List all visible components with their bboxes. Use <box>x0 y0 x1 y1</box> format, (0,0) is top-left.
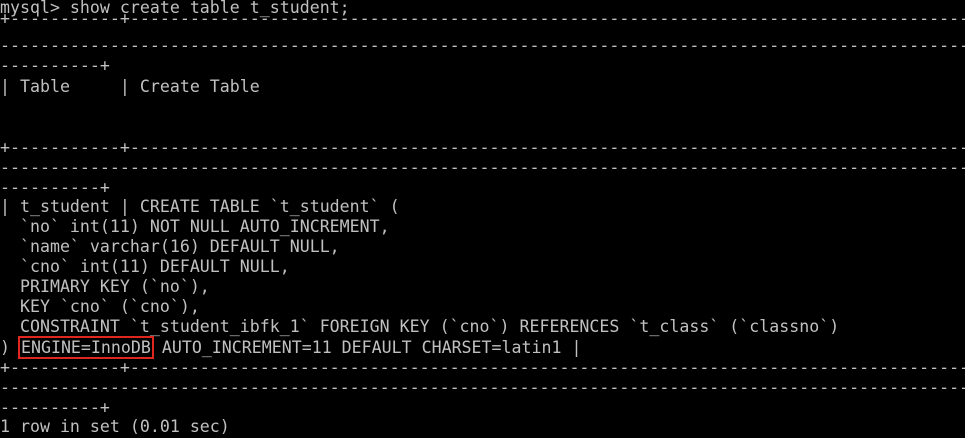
terminal-line-result: `no` int(11) NOT NULL AUTO_INCREMENT, <box>0 217 390 236</box>
terminal-line-engine: ) ENGINE=InnoDB AUTO_INCREMENT=11 DEFAUL… <box>0 336 582 359</box>
terminal-window[interactable]: mysql> show create table t_student; +---… <box>0 0 965 438</box>
engine-line-suffix: AUTO_INCREMENT=11 DEFAULT CHARSET=latin1… <box>151 338 582 357</box>
terminal-line-header-end: | <box>0 117 965 137</box>
terminal-line-result: KEY `cno` (`cno`), <box>0 297 200 316</box>
terminal-line-result: | t_student | CREATE TABLE `t_student` ( <box>0 197 400 216</box>
terminal-line-header: | Table | Create Table <box>0 77 260 96</box>
terminal-line-border: ----------+ <box>0 56 110 75</box>
engine-line-prefix: ) <box>0 338 20 357</box>
terminal-line-result: PRIMARY KEY (`no`), <box>0 277 210 296</box>
terminal-line-border: +-----------+---------------------------… <box>0 138 965 157</box>
terminal-line-border: ----------+ <box>0 398 110 417</box>
engine-highlight: ENGINE=InnoDB <box>17 336 154 359</box>
terminal-line-border: ----------+ <box>0 178 110 197</box>
terminal-line-border: ----------------------------------------… <box>0 36 965 55</box>
terminal-line-border: +-----------+---------------------------… <box>0 9 965 28</box>
terminal-line-result: CONSTRAINT `t_student_ibfk_1` FOREIGN KE… <box>0 317 840 336</box>
terminal-line-border: ----------------------------------------… <box>0 378 965 397</box>
terminal-line-border: +-----------+---------------------------… <box>0 358 965 377</box>
terminal-line-result: `name` varchar(16) DEFAULT NULL, <box>0 237 340 256</box>
terminal-line-border: ----------------------------------------… <box>0 158 965 177</box>
terminal-line-result: `cno` int(11) DEFAULT NULL, <box>0 257 290 276</box>
terminal-line-status: 1 row in set (0.01 sec) <box>0 417 230 436</box>
